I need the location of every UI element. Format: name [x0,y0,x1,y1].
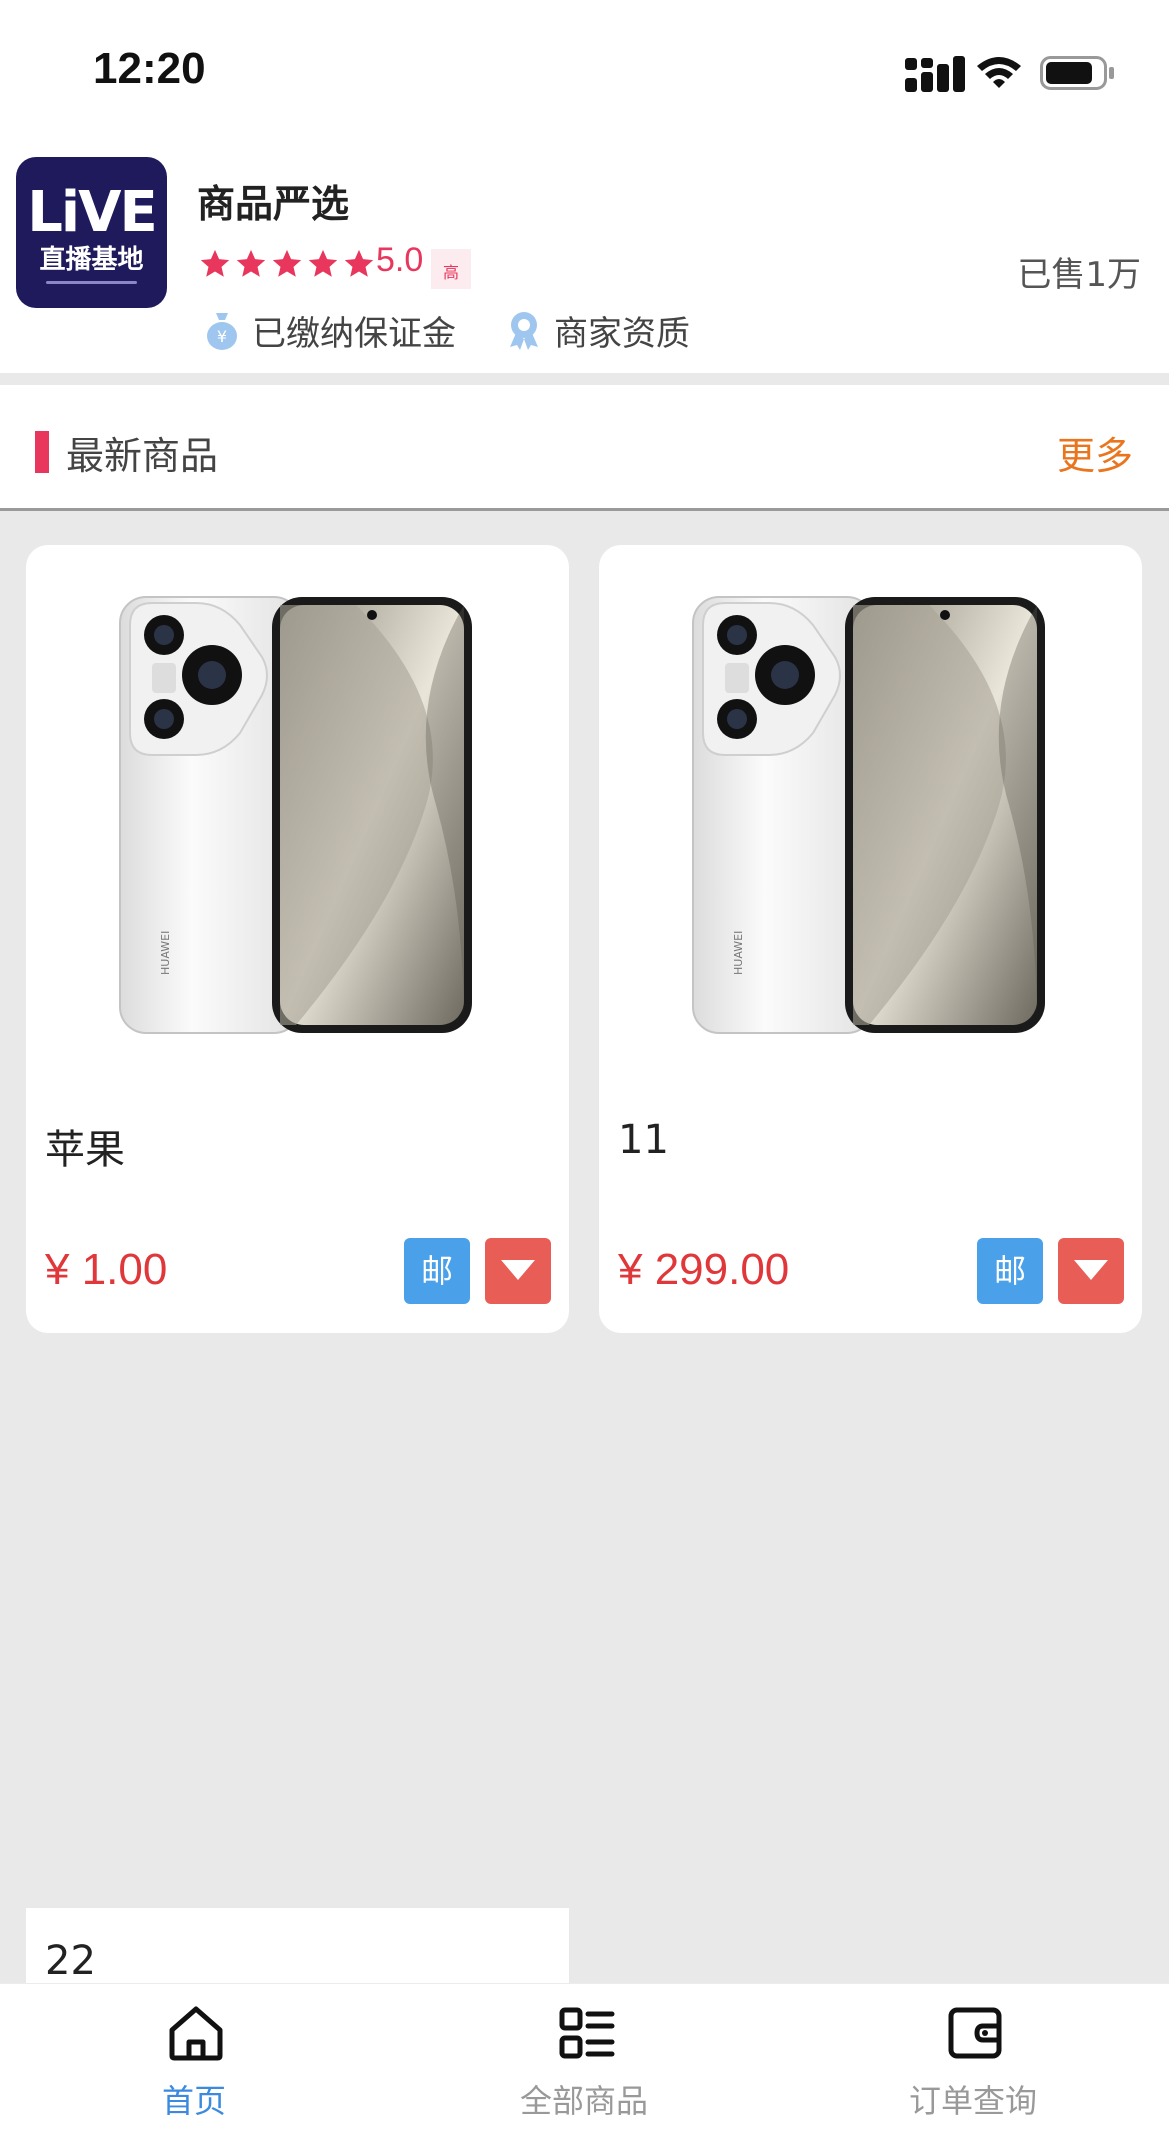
star-icon [272,249,302,277]
logo-subtext: 直播基地 [39,245,144,275]
list-grid-icon [559,2007,615,2059]
dropdown-button[interactable] [485,1238,551,1304]
bottom-tab-bar: 首页 全部商品 订单查询 [0,1983,1169,2133]
logo-decoration [46,281,137,284]
status-time: 12:20 [93,44,206,93]
product-card[interactable]: HUAWEI 11 ¥ 299.00 邮 [599,545,1142,1333]
free-shipping-button[interactable]: 邮 [404,1238,470,1304]
battery-icon [1040,56,1114,90]
home-icon [169,2006,223,2061]
tab-home-label: 首页 [161,2082,226,2120]
star-icon [200,249,230,277]
more-link[interactable]: 更多 [1057,425,1133,480]
product-price: ¥ 1.00 [45,1245,168,1294]
section-accent-bar [35,431,49,473]
star-icon [308,249,338,277]
status-bar: 12:20 [0,0,1169,145]
section-title: 最新商品 [66,434,219,478]
deposit-badge: ¥ 已缴纳保证金 [204,305,456,355]
qualification-badge[interactable]: 商家资质 [506,305,690,355]
dropdown-button[interactable] [1058,1238,1124,1304]
shop-name: 商品严选 [197,182,350,226]
svg-text:HUAWEI: HUAWEI [732,931,745,975]
svg-text:¥: ¥ [217,327,227,346]
rating-stars [198,247,376,283]
money-bag-icon: ¥ [207,313,237,350]
product-name: 22 [45,1938,96,1984]
triangle-down-icon [501,1260,535,1280]
tab-all-products[interactable]: 全部商品 [434,1984,734,2133]
wallet-icon [948,2007,1002,2059]
star-icon [236,249,266,277]
shop-logo[interactable]: LiVE 直播基地 [16,157,167,308]
svg-text:HUAWEI: HUAWEI [159,931,172,975]
phone-product-image[interactable]: HUAWEI [26,545,569,1075]
product-card[interactable]: HUAWEI 苹果 ¥ 1.00 邮 [26,545,569,1333]
product-price: ¥ 299.00 [618,1245,790,1294]
star-icon [344,249,374,277]
product-name: 11 [618,1117,669,1163]
wifi-icon [977,57,1021,88]
shop-header: LiVE 直播基地 商品严选 5.0 高 已售1万 ¥ 已缴纳保证金 商家资质 [0,145,1169,373]
triangle-down-icon [1074,1260,1108,1280]
deposit-badge-label: 已缴纳保证金 [252,313,456,354]
tab-order-query-label: 订单查询 [908,2082,1037,2120]
rating-value: 5.0 [376,241,424,279]
free-shipping-button[interactable]: 邮 [977,1238,1043,1304]
sold-count: 已售1万 [1017,255,1141,295]
latest-products-header: 最新商品 更多 [0,385,1169,511]
logo-live-text: LiVE [27,180,157,245]
award-ribbon-icon [510,312,538,350]
phone-product-image[interactable]: HUAWEI [599,545,1142,1075]
product-name: 苹果 [45,1127,125,1173]
rating-tag: 高 [431,249,471,289]
tab-order-query[interactable]: 订单查询 [823,1984,1123,2133]
tab-home[interactable]: 首页 [44,1984,344,2133]
tab-all-products-label: 全部商品 [519,2082,648,2120]
qualification-badge-label: 商家资质 [554,313,690,354]
